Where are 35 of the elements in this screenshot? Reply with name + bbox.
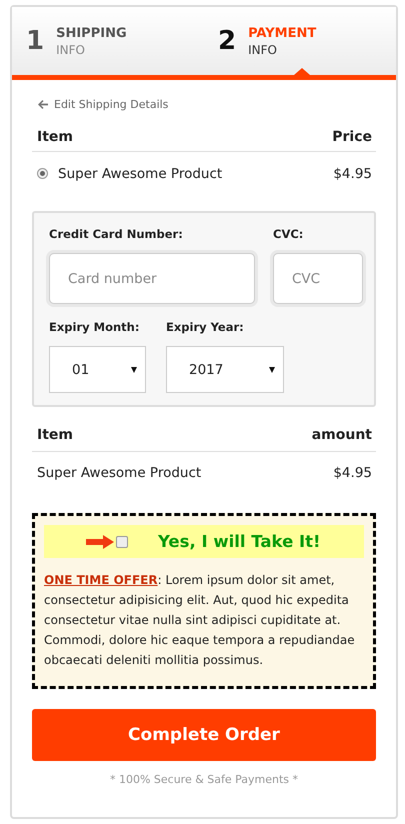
checkbox-label: Yes, I will Take It! bbox=[158, 532, 321, 551]
secure-note: * 100% Secure & Safe Payments * bbox=[110, 773, 298, 786]
arrow-right-icon bbox=[86, 534, 114, 548]
field-label: Credit Card Number: bbox=[49, 227, 184, 241]
step-title: SHIPPING bbox=[56, 26, 127, 40]
step-number: 1 bbox=[26, 26, 44, 56]
column-header: Item bbox=[37, 129, 73, 145]
year-select[interactable]: 2017 bbox=[166, 346, 284, 393]
radio-button[interactable] bbox=[37, 168, 48, 179]
offer-link[interactable]: ONE TIME OFFER bbox=[44, 573, 158, 587]
product-name: Super Awesome Product bbox=[58, 166, 222, 182]
complete-order-button[interactable]: Complete Order bbox=[32, 709, 376, 761]
month-select[interactable]: 01 bbox=[49, 346, 146, 393]
field-label: CVC: bbox=[273, 227, 304, 241]
edit-shipping-link[interactable]: Edit Shipping Details bbox=[32, 98, 168, 111]
offer-text: ONE TIME OFFER: Lorem ipsum dolor sit amet, consectetur adipisicing elit. Aut, quod hic expedita consectetur vitae nulla sint adipisci cupiditate at. Commodi, dolore hic eaque tempora a repudiandae obcaecati deleniti mollitia possimus. bbox=[44, 572, 356, 669]
step-pointer-icon bbox=[294, 68, 310, 75]
step-subtitle: INFO bbox=[248, 42, 278, 56]
product-price: $4.95 bbox=[333, 166, 372, 182]
step-number: 2 bbox=[218, 26, 236, 56]
column-header: amount bbox=[312, 427, 372, 443]
step-title: PAYMENT bbox=[248, 26, 316, 40]
field-label: Expiry Month: bbox=[49, 320, 140, 334]
product-amount: $4.95 bbox=[333, 464, 372, 480]
caret-icon bbox=[269, 366, 275, 372]
product-name: Super Awesome Product bbox=[37, 464, 202, 480]
step-subtitle: INFO bbox=[56, 42, 86, 56]
caret-icon bbox=[131, 366, 137, 372]
card-number-field[interactable]: Card number bbox=[49, 253, 255, 304]
column-header: Item bbox=[37, 427, 73, 443]
column-header: Price bbox=[332, 129, 372, 145]
cvc-field[interactable]: CVC bbox=[273, 253, 363, 304]
field-label: Expiry Year: bbox=[166, 320, 245, 334]
checkbox[interactable] bbox=[116, 536, 128, 548]
arrow-left-icon bbox=[38, 100, 48, 109]
